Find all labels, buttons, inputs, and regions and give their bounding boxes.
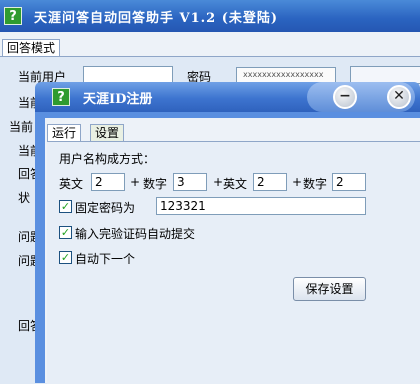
dialog-body: 运行 设置 用户名构成方式： 英文 + 数字 + 英文 + 数字 ✓ 固定密码为… [35,112,420,384]
plus-sign-3: + [292,175,303,189]
dialog-content: 运行 设置 用户名构成方式： 英文 + 数字 + 英文 + 数字 ✓ 固定密码为… [45,118,420,384]
auto-next-label: 自动下一个 [75,252,136,266]
number-count-1-input[interactable] [173,173,207,191]
main-label-row5: 回答 [18,167,35,181]
number-label-2: 数字 [303,177,328,191]
main-label-row2: 当前 [18,96,35,110]
question-icon: ? [4,7,22,25]
number-label-1: 数字 [143,177,168,191]
settings-pane: 用户名构成方式： 英文 + 数字 + 英文 + 数字 ✓ 固定密码为 ✓ 输入完… [47,141,420,384]
main-label-row3: 当前 [9,120,34,134]
plus-sign-2: + [213,175,224,189]
main-label-row8: 问题 [18,254,35,268]
password-field[interactable]: xxxxxxxxxxxxxxxxx [236,67,336,83]
tab-answer-mode[interactable]: 回答模式 [2,39,61,57]
username-composition-label: 用户名构成方式： [59,152,156,166]
fixed-password-checkbox[interactable]: ✓ [59,200,72,213]
tab-settings[interactable]: 设置 [90,124,125,142]
auto-submit-checkbox[interactable]: ✓ [59,226,72,239]
english-count-2-input[interactable] [253,173,287,191]
id-register-dialog: ? 天涯ID注册 − ✕ 运行 设置 用户名构成方式： 英文 + 数字 + 英文… [35,82,420,384]
close-button[interactable]: ✕ [387,85,411,109]
main-window-title: 天涯问答自动回答助手 V1.2 (未登陆) [34,11,279,26]
minimize-button[interactable]: − [333,85,357,109]
number-count-2-input[interactable] [332,173,366,191]
dialog-title: 天涯ID注册 [83,92,153,107]
tab-run[interactable]: 运行 [47,124,82,141]
english-label-2: 英文 [223,177,248,191]
window-controls: − ✕ [307,82,415,112]
fixed-password-label: 固定密码为 [75,201,136,215]
plus-sign-1: + [130,175,141,189]
auto-submit-label: 输入完验证码自动提交 [75,227,196,241]
english-count-1-input[interactable] [91,173,125,191]
question-icon: ? [52,88,70,106]
auto-next-checkbox[interactable]: ✓ [59,251,72,264]
main-title-bar: ? 天涯问答自动回答助手 V1.2 (未登陆) [0,0,420,32]
main-label-row7: 问题 [18,230,35,244]
main-label-row4: 当前 [18,144,35,158]
save-settings-button[interactable]: 保存设置 [293,277,366,301]
main-label-row9: 回答 [18,319,35,333]
dialog-title-bar: ? 天涯ID注册 − ✕ [35,82,420,112]
fixed-password-input[interactable] [156,197,366,215]
english-label-1: 英文 [59,177,84,191]
main-label-row6: 状 [18,191,31,205]
